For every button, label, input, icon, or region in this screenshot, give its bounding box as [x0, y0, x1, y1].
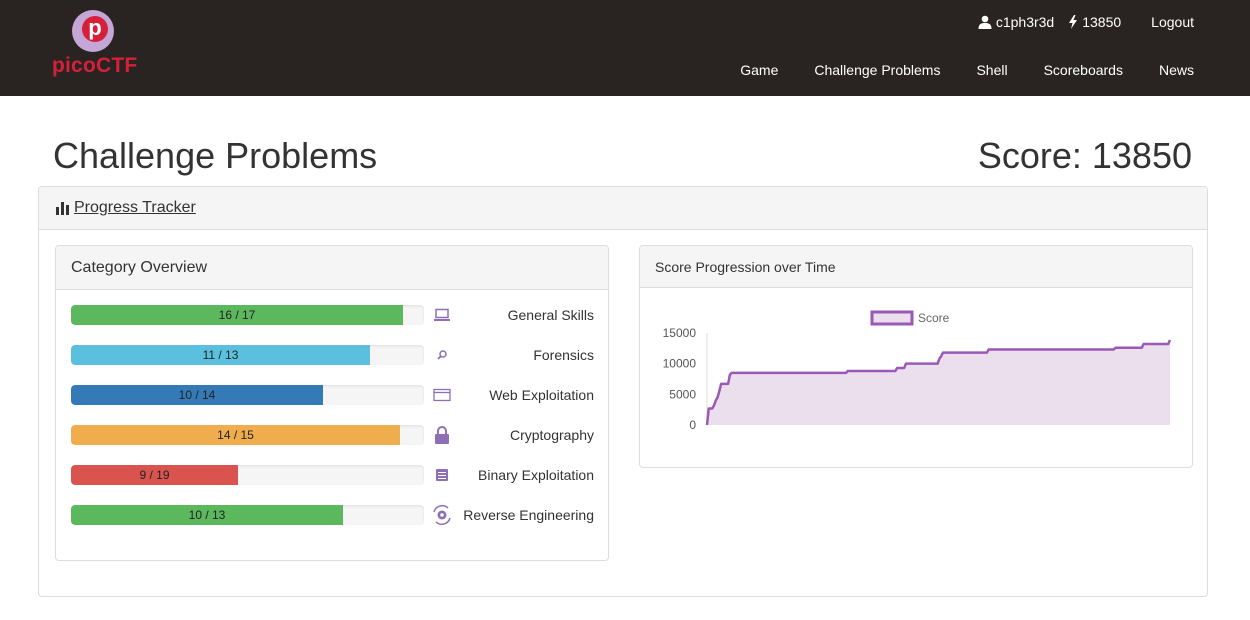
- category-name: Web Exploitation: [489, 387, 594, 403]
- progress-tracker-link[interactable]: Progress Tracker: [74, 199, 196, 217]
- points-value: 13850: [1082, 14, 1122, 30]
- nav-link-game[interactable]: Game: [740, 61, 778, 79]
- category-row-binary-exploitation: 9 / 19 Binary Exploitation: [71, 465, 594, 485]
- category-name: Forensics: [533, 347, 594, 363]
- progress-bar-label: 16 / 17: [218, 308, 256, 322]
- category-name: Reverse Engineering: [463, 507, 594, 523]
- user-icon: [978, 15, 992, 29]
- logo-text: picoCTF: [52, 54, 138, 77]
- progress-tracker-header[interactable]: Progress Tracker: [39, 187, 1207, 230]
- y-tick-label: 10000: [663, 357, 697, 371]
- category-row-forensics: 11 / 13 Forensics: [71, 345, 594, 365]
- y-tick-label: 0: [689, 418, 696, 432]
- category-row-general-skills: 16 / 17 General Skills: [71, 305, 594, 325]
- progress-bar: 10 / 14: [71, 385, 424, 405]
- chart-title: Score Progression over Time: [640, 246, 1192, 288]
- category-overview-panel: Category Overview 16 / 17 General Skills…: [55, 245, 609, 561]
- progress-bar: 16 / 17: [71, 305, 424, 325]
- progress-bar: 11 / 13: [71, 345, 424, 365]
- y-axis: 15000 10000 5000 0: [663, 326, 708, 432]
- category-row-reverse-engineering: 10 / 13 Reverse Engineering: [71, 504, 594, 526]
- score-area: [707, 340, 1170, 425]
- category-name: Binary Exploitation: [478, 467, 594, 483]
- user-profile-link[interactable]: c1ph3r3d: [978, 14, 1054, 30]
- progress-bar: 9 / 19: [71, 465, 424, 485]
- category-row-web-exploitation: 10 / 14 Web Exploitation: [71, 385, 594, 405]
- nav-link-challenge-problems[interactable]: Challenge Problems: [814, 61, 940, 79]
- category-name: General Skills: [507, 307, 594, 323]
- points-display: 13850: [1068, 14, 1121, 30]
- progress-bar: 10 / 13: [71, 505, 424, 525]
- laptop-icon: [431, 305, 453, 325]
- logout-link[interactable]: Logout: [1151, 14, 1194, 30]
- y-tick-label: 5000: [669, 387, 696, 401]
- lightning-icon: [1069, 15, 1078, 29]
- plot-area: [705, 339, 1172, 426]
- username: c1ph3r3d: [995, 14, 1055, 30]
- picoctf-logo[interactable]: p picoCTF: [52, 10, 138, 82]
- y-tick-label: 15000: [663, 326, 697, 340]
- progress-bar-label: 10 / 14: [178, 388, 216, 402]
- nav-link-shell[interactable]: Shell: [976, 61, 1007, 79]
- magnifier-icon: [431, 345, 453, 365]
- progress-tracker-panel: Progress Tracker Category Overview 16 / …: [38, 186, 1208, 597]
- main-nav: Game Challenge Problems Shell Scoreboard…: [740, 61, 1194, 79]
- bar-chart-icon: [56, 202, 69, 215]
- binary-chip-icon: [431, 465, 453, 485]
- logo-letter: p: [88, 15, 102, 40]
- category-overview-title: Category Overview: [56, 246, 608, 290]
- nav-link-news[interactable]: News: [1159, 61, 1194, 79]
- progress-bar: 14 / 15: [71, 425, 424, 445]
- score-heading: Score: 13850: [977, 135, 1192, 176]
- category-name: Cryptography: [509, 427, 594, 443]
- logo-mark-icon: p: [72, 10, 114, 52]
- user-nav: c1ph3r3d 13850 Logout: [964, 12, 1194, 32]
- chart-legend: Score: [870, 310, 950, 326]
- page-title: Challenge Problems: [53, 135, 378, 176]
- category-row-cryptography: 14 / 15 Cryptography: [71, 425, 594, 445]
- navbar: p picoCTF c1ph3r3d 13850 Logout Game Cha…: [0, 0, 1250, 96]
- browser-window-icon: [431, 385, 453, 405]
- progress-bar-label: 11 / 13: [202, 348, 239, 362]
- gear-cycle-icon: [431, 504, 453, 526]
- nav-link-scoreboards[interactable]: Scoreboards: [1044, 61, 1123, 79]
- legend-label: Score: [918, 311, 950, 325]
- lock-icon: [431, 425, 453, 445]
- legend-swatch[interactable]: [870, 310, 914, 326]
- progress-bar-label: 9 / 19: [139, 468, 170, 482]
- score-chart: Score 15000 10000 5000 0: [663, 310, 1172, 432]
- score-progression-panel: Score Progression over Time Score 15000 1…: [639, 245, 1193, 468]
- progress-bar-label: 14 / 15: [217, 428, 254, 442]
- progress-bar-label: 10 / 13: [188, 508, 226, 522]
